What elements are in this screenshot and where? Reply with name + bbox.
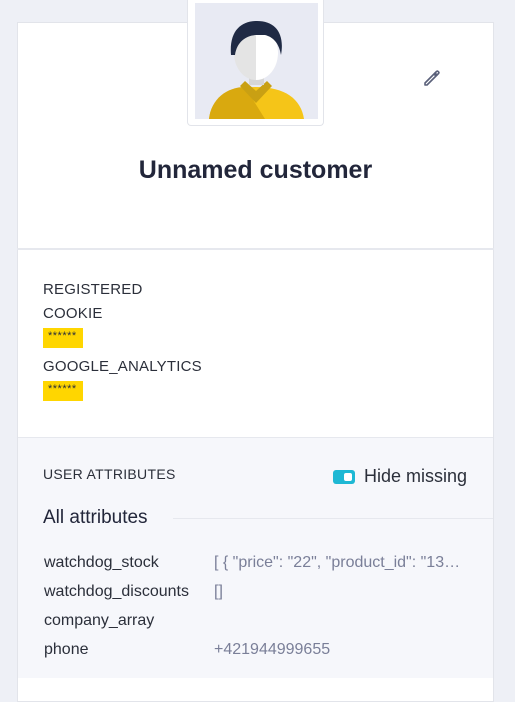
attribute-row: phone +421944999655 xyxy=(44,641,484,663)
attribute-key: phone xyxy=(44,641,89,658)
section-title: USER ATTRIBUTES xyxy=(43,466,176,482)
default-user-avatar-icon xyxy=(195,3,318,119)
attribute-key: watchdog_discounts xyxy=(44,583,189,600)
identifier-value-cookie[interactable]: ****** xyxy=(43,328,83,348)
attribute-key: watchdog_stock xyxy=(44,554,159,571)
identifier-label-cookie: COOKIE xyxy=(43,305,103,322)
identifiers-list: REGISTERED COOKIE ****** GOOGLE_ANALYTIC… xyxy=(43,278,202,401)
hide-missing-label[interactable]: Hide missing xyxy=(364,466,467,487)
identifier-label-registered: REGISTERED xyxy=(43,281,143,298)
identifier-label-google-analytics: GOOGLE_ANALYTICS xyxy=(43,358,202,375)
attribute-value: +421944999655 xyxy=(214,641,331,658)
hide-missing-toggle[interactable] xyxy=(333,470,355,484)
toggle-knob xyxy=(344,473,352,481)
divider xyxy=(17,248,494,250)
attribute-value: [] xyxy=(214,583,223,600)
attribute-value: [ { "price": "22", "product_id": "1337" … xyxy=(214,554,466,571)
user-attributes-panel: USER ATTRIBUTES Hide missing All attribu… xyxy=(18,437,493,678)
customer-name: Unnamed customer xyxy=(138,156,373,184)
avatar xyxy=(187,0,324,126)
edit-profile-button[interactable] xyxy=(422,68,442,88)
attribute-row: company_array xyxy=(44,612,484,634)
pencil-icon xyxy=(424,70,440,86)
attribute-row: watchdog_discounts [] xyxy=(44,583,484,605)
identifier-value-google-analytics[interactable]: ****** xyxy=(43,381,83,401)
attribute-row: watchdog_stock [ { "price": "22", "produ… xyxy=(44,554,484,576)
all-attributes-heading: All attributes xyxy=(43,507,173,529)
attribute-key: company_array xyxy=(44,612,155,629)
